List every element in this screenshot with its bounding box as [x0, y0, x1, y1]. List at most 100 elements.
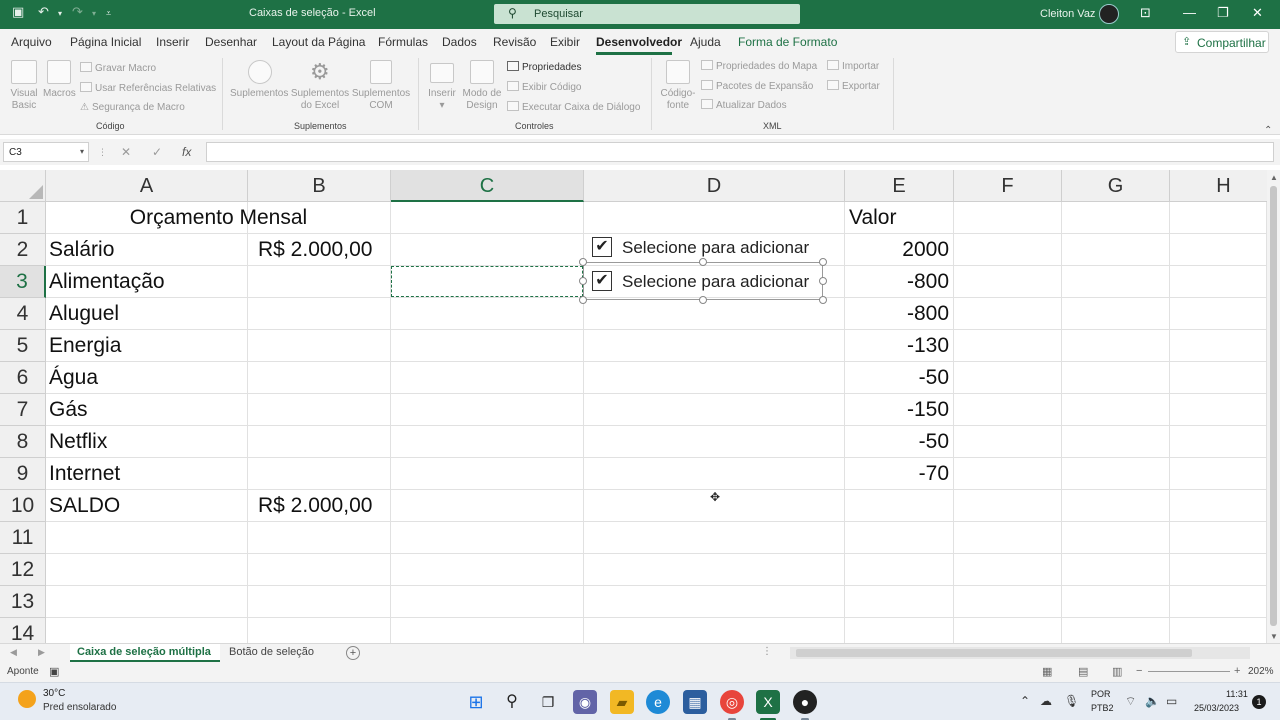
vertical-scrollbar[interactable]: ▲ ▼: [1267, 170, 1280, 644]
formula-input[interactable]: [206, 142, 1274, 162]
scroll-up-icon[interactable]: ▲: [1270, 173, 1278, 182]
row-header-2[interactable]: 2: [0, 234, 46, 266]
accessibility-icon[interactable]: ▣: [49, 665, 59, 678]
resize-handle-nw[interactable]: [579, 258, 587, 266]
suplementos-com-button[interactable]: Suplementos COM: [351, 88, 411, 112]
resize-handle-se[interactable]: [819, 296, 827, 304]
sun-icon[interactable]: [18, 690, 36, 708]
row-header-5[interactable]: 5: [0, 330, 46, 362]
row-header-6[interactable]: 6: [0, 362, 46, 394]
normal-view-icon[interactable]: ▦: [1042, 665, 1052, 678]
task-view-icon[interactable]: ❐: [536, 690, 560, 714]
tab-inserir[interactable]: Inserir: [156, 35, 189, 49]
resize-handle-ne[interactable]: [819, 258, 827, 266]
keyboard-layout[interactable]: PTB2: [1091, 703, 1114, 713]
seguranca-macro-button[interactable]: ⚠ Segurança de Macro: [80, 102, 185, 113]
resize-handle-e[interactable]: [819, 277, 827, 285]
column-header-f[interactable]: F: [954, 170, 1062, 202]
row-header-13[interactable]: 13: [0, 586, 46, 618]
chevron-down-icon[interactable]: ▾: [80, 147, 84, 156]
clock-time[interactable]: 11:31: [1226, 689, 1248, 699]
zoom-in-icon[interactable]: +: [1234, 665, 1240, 677]
checkbox-form-control-1[interactable]: ✔ Selecione para adicionar: [592, 236, 822, 260]
propriedades-mapa-button[interactable]: Propriedades do Mapa: [701, 60, 817, 72]
clock-date[interactable]: 25/03/2023: [1194, 703, 1239, 713]
insert-function-icon[interactable]: fx: [182, 145, 191, 159]
prev-sheet-icon[interactable]: ◀: [10, 647, 17, 658]
exibir-codigo-button[interactable]: Exibir Código: [507, 81, 581, 93]
vertical-scroll-thumb[interactable]: [1270, 186, 1277, 626]
undo-icon[interactable]: ↶: [38, 4, 49, 20]
modo-design-button[interactable]: Modo de Design: [458, 88, 506, 112]
collapse-ribbon-icon[interactable]: ⌃: [1264, 125, 1272, 136]
atualizar-dados-button[interactable]: Atualizar Dados: [701, 99, 787, 111]
column-header-h[interactable]: H: [1170, 170, 1278, 202]
chrome-icon[interactable]: ◎: [720, 690, 744, 714]
file-explorer-icon[interactable]: ▰: [610, 690, 634, 714]
tab-pagina-inicial[interactable]: Página Inicial: [70, 35, 141, 49]
resize-handle-sw[interactable]: [579, 296, 587, 304]
name-box[interactable]: C3 ▾: [3, 142, 89, 162]
tab-forma-de-formato[interactable]: Forma de Formato: [738, 35, 837, 49]
row-header-8[interactable]: 8: [0, 426, 46, 458]
weather-temperature[interactable]: 30°C: [43, 688, 65, 699]
zoom-out-icon[interactable]: −: [1136, 665, 1142, 677]
avatar[interactable]: [1099, 4, 1119, 24]
column-header-c[interactable]: C: [391, 170, 584, 202]
selected-control-frame[interactable]: [583, 262, 823, 300]
search-box[interactable]: ⚲ Pesquisar: [494, 4, 800, 24]
column-header-g[interactable]: G: [1062, 170, 1170, 202]
exportar-button[interactable]: Exportar: [827, 80, 880, 92]
row-header-1[interactable]: 1: [0, 202, 46, 234]
row-header-11[interactable]: 11: [0, 522, 46, 554]
close-icon[interactable]: ✕: [1252, 5, 1263, 21]
column-header-d[interactable]: D: [584, 170, 845, 202]
chevron-up-icon[interactable]: ⌃: [1020, 694, 1030, 708]
share-button[interactable]: ⇪ Compartilhar: [1175, 31, 1269, 53]
row-header-12[interactable]: 12: [0, 554, 46, 586]
redo-dropdown-icon[interactable]: ▾: [92, 9, 96, 18]
gravar-macro-button[interactable]: Gravar Macro: [80, 62, 156, 74]
scroll-down-icon[interactable]: ▼: [1270, 632, 1278, 641]
notification-badge[interactable]: 1: [1252, 695, 1266, 709]
tab-dados[interactable]: Dados: [442, 35, 477, 49]
checkbox-box-1[interactable]: ✔: [592, 237, 612, 257]
zoom-slider[interactable]: [1148, 671, 1230, 672]
propriedades-button[interactable]: Propriedades: [507, 61, 581, 73]
next-sheet-icon[interactable]: ▶: [38, 647, 45, 658]
store-icon[interactable]: ▦: [683, 690, 707, 714]
tab-arquivo[interactable]: Arquivo: [11, 35, 52, 49]
usar-referencias-button[interactable]: Usar Referências Relativas: [80, 82, 216, 94]
column-header-e[interactable]: E: [845, 170, 954, 202]
more-options-icon[interactable]: ⋮: [98, 147, 107, 158]
cancel-icon[interactable]: ✕: [121, 145, 131, 159]
page-break-view-icon[interactable]: ▥: [1112, 665, 1122, 678]
enter-icon[interactable]: ✓: [152, 145, 162, 159]
customize-toolbar-icon[interactable]: ⩡: [106, 8, 111, 19]
undo-dropdown-icon[interactable]: ▾: [58, 9, 62, 18]
teams-icon[interactable]: ◉: [573, 690, 597, 714]
windows-start-icon[interactable]: ⊞: [464, 690, 488, 714]
column-header-b[interactable]: B: [248, 170, 391, 202]
importar-button[interactable]: Importar: [827, 60, 879, 72]
minimize-icon[interactable]: —: [1183, 5, 1196, 20]
row-header-7[interactable]: 7: [0, 394, 46, 426]
select-all-corner[interactable]: [0, 170, 46, 202]
cloud-icon[interactable]: ☁: [1040, 694, 1052, 708]
save-icon[interactable]: ▣: [12, 4, 24, 20]
tab-layout-da-pagina[interactable]: Layout da Página: [272, 35, 365, 49]
user-name[interactable]: Cleiton Vaz: [1040, 8, 1095, 20]
suplementos-button[interactable]: Suplementos: [230, 88, 288, 99]
zoom-level[interactable]: 202%: [1248, 666, 1274, 677]
resize-handle-s[interactable]: [699, 296, 707, 304]
edge-icon[interactable]: e: [646, 690, 670, 714]
weather-description[interactable]: Pred ensolarado: [43, 702, 116, 713]
keyboard-language[interactable]: POR: [1091, 689, 1111, 699]
row-header-14[interactable]: 14: [0, 618, 46, 644]
obs-icon[interactable]: ●: [793, 690, 817, 714]
column-header-a[interactable]: A: [46, 170, 248, 202]
pacotes-expansao-button[interactable]: Pacotes de Expansão: [701, 80, 813, 92]
wifi-icon[interactable]: ⌔: [1125, 694, 1136, 709]
row-header-4[interactable]: 4: [0, 298, 46, 330]
microphone-icon[interactable]: 🎙: [1064, 694, 1079, 708]
